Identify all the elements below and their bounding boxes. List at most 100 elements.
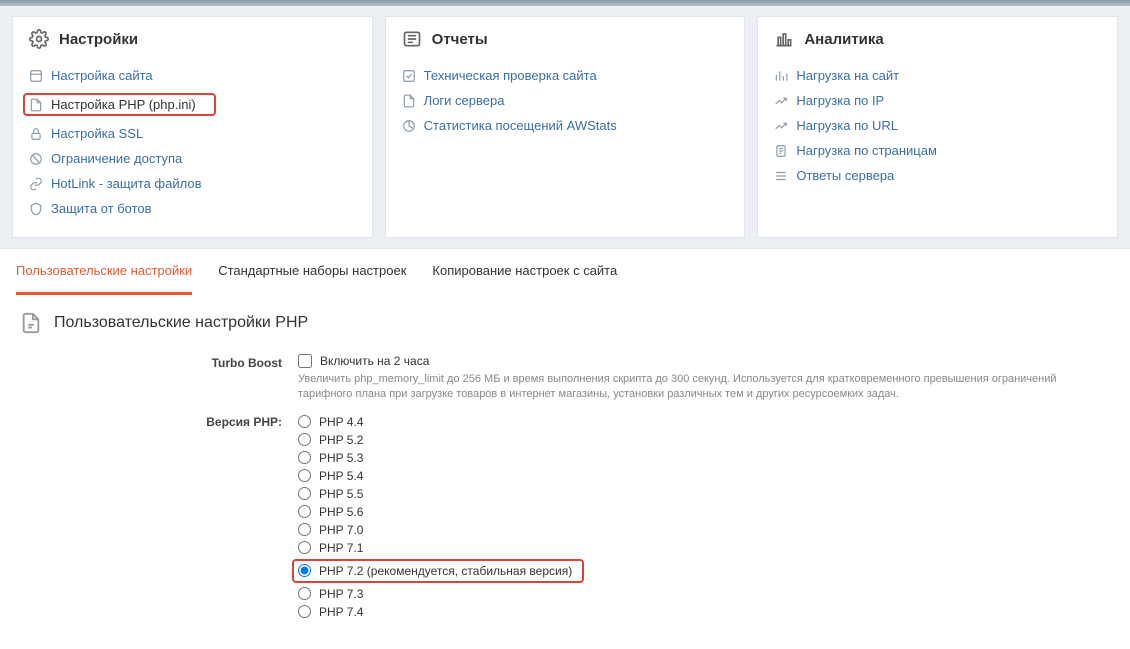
radio-label: PHP 5.3 <box>319 451 363 465</box>
php-file-icon <box>20 312 42 334</box>
radio-input[interactable] <box>298 523 311 536</box>
settings-item-site[interactable]: Настройка сайта <box>29 63 356 88</box>
php-option-56[interactable]: PHP 5.6 <box>298 503 1110 521</box>
card-analytics: Аналитика Нагрузка на сайт Нагрузка по I… <box>757 16 1118 238</box>
link-label[interactable]: Ограничение доступа <box>51 151 182 166</box>
card-header-reports: Отчеты <box>402 29 729 49</box>
link-label[interactable]: Нагрузка по страницам <box>796 143 937 158</box>
link-label[interactable]: Ответы сервера <box>796 168 894 183</box>
radio-label: PHP 5.4 <box>319 469 363 483</box>
turbo-hint: Увеличить php_memory_limit до 256 МБ и в… <box>298 372 1110 403</box>
radio-input[interactable] <box>298 541 311 554</box>
radio-label: PHP 7.3 <box>319 587 363 601</box>
tabs: Пользовательские настройки Стандартные н… <box>0 248 1130 294</box>
block-icon <box>29 152 43 166</box>
analytics-item-ip[interactable]: Нагрузка по IP <box>774 88 1101 113</box>
radio-input[interactable] <box>298 487 311 500</box>
doc-icon <box>774 144 788 158</box>
radio-label: PHP 7.1 <box>319 541 363 555</box>
php-option-52[interactable]: PHP 5.2 <box>298 431 1110 449</box>
analytics-item-url[interactable]: Нагрузка по URL <box>774 113 1101 138</box>
list-icon <box>774 169 788 183</box>
settings-list: Настройка сайта Настройка PHP (php.ini) … <box>29 63 356 221</box>
turbo-checkbox[interactable] <box>298 354 312 368</box>
tab-user-settings[interactable]: Пользовательские настройки <box>16 249 192 295</box>
trend-icon <box>774 119 788 133</box>
link-label[interactable]: Статистика посещений AWStats <box>424 118 617 133</box>
settings-item-access[interactable]: Ограничение доступа <box>29 146 356 171</box>
analytics-item-site[interactable]: Нагрузка на сайт <box>774 63 1101 88</box>
radio-label: PHP 7.4 <box>319 605 363 619</box>
php-option-55[interactable]: PHP 5.5 <box>298 485 1110 503</box>
radio-label: PHP 5.2 <box>319 433 363 447</box>
small-bar-icon <box>774 69 788 83</box>
link-label[interactable]: Нагрузка по IP <box>796 93 884 108</box>
analytics-item-responses[interactable]: Ответы сервера <box>774 163 1101 188</box>
turbo-checkbox-row[interactable]: Включить на 2 часа <box>298 354 1110 368</box>
php-option-70[interactable]: PHP 7.0 <box>298 521 1110 539</box>
radio-label: PHP 7.2 (рекомендуется, стабильная верси… <box>319 564 572 578</box>
card-title-analytics: Аналитика <box>804 31 883 48</box>
link-label[interactable]: Настройка сайта <box>51 68 153 83</box>
link-label[interactable]: Настройка SSL <box>51 126 143 141</box>
radio-input[interactable] <box>298 415 311 428</box>
turbo-checkbox-label: Включить на 2 часа <box>320 354 429 368</box>
radio-label: PHP 5.5 <box>319 487 363 501</box>
gear-icon <box>29 29 49 49</box>
link-label: Настройка PHP (php.ini) <box>51 97 196 112</box>
link-label[interactable]: Нагрузка по URL <box>796 118 898 133</box>
link-label[interactable]: Логи сервера <box>424 93 505 108</box>
settings-item-bots[interactable]: Защита от ботов <box>29 196 356 221</box>
reports-item-awstats[interactable]: Статистика посещений AWStats <box>402 113 729 138</box>
php-option-54[interactable]: PHP 5.4 <box>298 467 1110 485</box>
check-icon <box>402 69 416 83</box>
settings-item-ssl[interactable]: Настройка SSL <box>29 121 356 146</box>
settings-item-hotlink[interactable]: HotLink - защита файлов <box>29 171 356 196</box>
link-icon <box>29 177 43 191</box>
php-option-74[interactable]: PHP 7.4 <box>298 603 1110 621</box>
reports-item-logs[interactable]: Логи сервера <box>402 88 729 113</box>
panel-header: Пользовательские настройки PHP <box>20 312 1110 334</box>
radio-label: PHP 5.6 <box>319 505 363 519</box>
link-label[interactable]: Техническая проверка сайта <box>424 68 597 83</box>
analytics-item-pages[interactable]: Нагрузка по страницам <box>774 138 1101 163</box>
card-title-reports: Отчеты <box>432 31 488 48</box>
radio-input[interactable] <box>298 564 311 577</box>
link-label[interactable]: HotLink - защита файлов <box>51 176 201 191</box>
panel: Пользовательские настройки PHP Turbo Boo… <box>0 294 1130 649</box>
trend-icon <box>774 94 788 108</box>
php-file-icon <box>29 98 43 112</box>
settings-icon <box>29 69 43 83</box>
row-php-version: Версия PHP: PHP 4.4 PHP 5.2 PHP 5.3 PHP … <box>20 413 1110 621</box>
label-php-version: Версия PHP: <box>20 413 298 429</box>
reports-list: Техническая проверка сайта Логи сервера … <box>402 63 729 138</box>
newspaper-icon <box>402 29 422 49</box>
radio-input[interactable] <box>298 469 311 482</box>
value-turbo: Включить на 2 часа Увеличить php_memory_… <box>298 354 1110 403</box>
card-header-settings: Настройки <box>29 29 356 49</box>
file-icon <box>402 94 416 108</box>
radio-input[interactable] <box>298 451 311 464</box>
shield-icon <box>29 202 43 216</box>
analytics-list: Нагрузка на сайт Нагрузка по IP Нагрузка… <box>774 63 1101 188</box>
radio-label: PHP 4.4 <box>319 415 363 429</box>
card-header-analytics: Аналитика <box>774 29 1101 49</box>
settings-item-php[interactable]: Настройка PHP (php.ini) <box>29 88 356 121</box>
radio-input[interactable] <box>298 587 311 600</box>
bar-chart-icon <box>774 29 794 49</box>
link-label[interactable]: Нагрузка на сайт <box>796 68 899 83</box>
php-option-53[interactable]: PHP 5.3 <box>298 449 1110 467</box>
link-label[interactable]: Защита от ботов <box>51 201 152 216</box>
panel-title: Пользовательские настройки PHP <box>54 314 308 332</box>
php-option-72[interactable]: PHP 7.2 (рекомендуется, стабильная верси… <box>298 557 1110 585</box>
php-option-73[interactable]: PHP 7.3 <box>298 585 1110 603</box>
php-option-71[interactable]: PHP 7.1 <box>298 539 1110 557</box>
reports-item-tech[interactable]: Техническая проверка сайта <box>402 63 729 88</box>
radio-input[interactable] <box>298 505 311 518</box>
radio-input[interactable] <box>298 605 311 618</box>
radio-input[interactable] <box>298 433 311 446</box>
card-settings: Настройки Настройка сайта Настройка PHP … <box>12 16 373 238</box>
tab-copy-settings[interactable]: Копирование настроек с сайта <box>432 249 617 294</box>
php-option-44[interactable]: PHP 4.4 <box>298 413 1110 431</box>
tab-standard-sets[interactable]: Стандартные наборы настроек <box>218 249 406 294</box>
